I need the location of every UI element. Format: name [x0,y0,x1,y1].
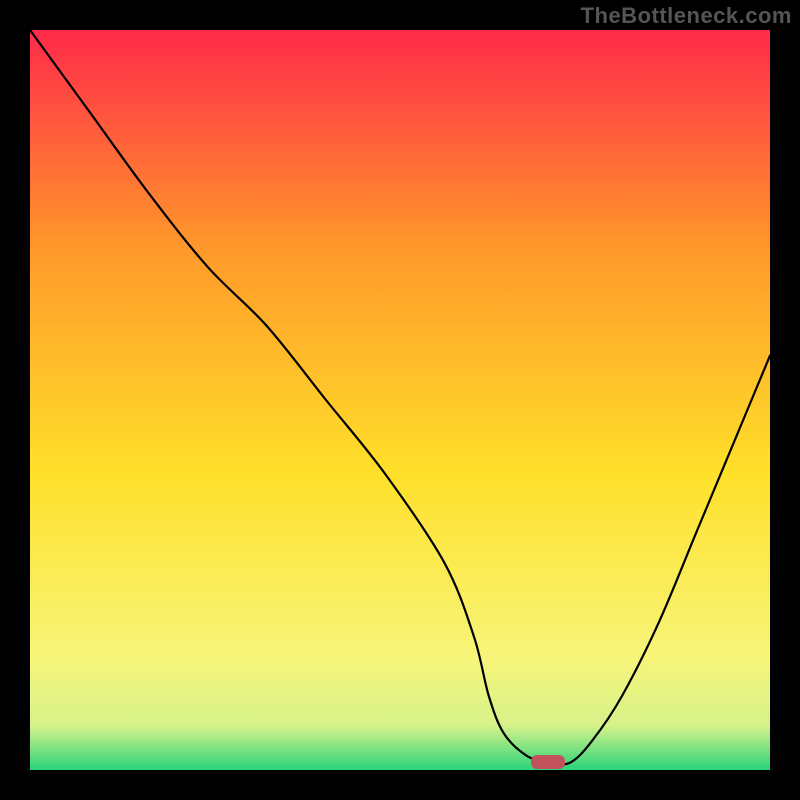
watermark-text: TheBottleneck.com [581,3,792,29]
optimum-marker [531,755,565,769]
plot-background [30,30,770,770]
plot-svg [30,30,770,770]
plot-area [30,30,770,770]
chart-frame: TheBottleneck.com [0,0,800,800]
